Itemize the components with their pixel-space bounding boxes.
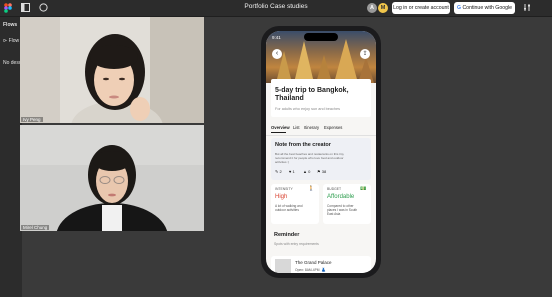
money-icon: 💵 [360, 186, 367, 192]
trip-title-line-2: Thailand [275, 95, 304, 102]
status-time: 9:41 [272, 35, 281, 40]
active-tab-indicator [271, 132, 286, 133]
flow-icon: ⊳ [3, 38, 8, 44]
flows-heading: Flows [3, 22, 18, 28]
reminder-place-card[interactable]: The Grand Palace Open: 8AM-4PM 👗 [271, 256, 371, 273]
dynamic-island [304, 33, 338, 41]
video-tile: Ivy Peng [20, 17, 204, 123]
reminder-subtitle: Spots with entry requirements [274, 242, 319, 246]
walking-icon: 🚶 [308, 186, 315, 192]
google-icon: G [456, 5, 461, 11]
participant-video-2 [20, 125, 204, 231]
dress-code-icon: 👗 [321, 267, 326, 272]
budget-value: Affordable [327, 194, 355, 200]
budget-desc: East Asia [327, 212, 341, 216]
top-toolbar: Portfolio Case studies A M Log in or cre… [0, 0, 552, 17]
stat-comments: ✎ 2 [275, 169, 282, 174]
trip-title-line-1: 5-day trip to Bangkok, [275, 87, 349, 94]
video-tile: Mirel Chung [20, 125, 204, 231]
participant-name: Ivy Peng [21, 117, 43, 122]
tab-expenses[interactable]: Expenses [324, 125, 342, 130]
creator-body-line: activities :) [275, 160, 290, 164]
warning-icon: ▲ [303, 169, 307, 174]
flag-icon: ⚑ [317, 169, 321, 174]
intensity-desc: outdoor activities [275, 208, 299, 212]
tab-overview[interactable]: Overview [271, 125, 290, 130]
google-login-label: Continue with Google [462, 5, 513, 11]
avatar[interactable]: A [367, 3, 377, 13]
intensity-value: High [275, 194, 288, 200]
phone-screen: 9:41 ‹ ⇪ 5-day trip to Bangkok, Thailand… [266, 31, 376, 273]
place-thumbnail [275, 259, 291, 273]
participant-name: Mirel Chung [21, 225, 50, 230]
trip-subtitle: For adults who enjoy sun and beaches [275, 107, 341, 111]
intensity-card: INTENSITY 🚶 High A lot of walking and ou… [271, 184, 319, 224]
stat-saves: ⚑ 38 [317, 169, 327, 174]
stat-dislikes: ▲ 0 [303, 169, 311, 174]
trip-tabs: Overview List Itinerary Expenses [266, 123, 376, 136]
creator-note-card: Note from the creator But all the best b… [271, 138, 371, 180]
place-hours: Open: 8AM-4PM [295, 268, 320, 272]
thumbs-up-icon: ♥ [289, 169, 292, 174]
creator-heading: Note from the creator [275, 142, 331, 148]
google-login-button[interactable]: G Continue with Google [454, 2, 515, 14]
avatar[interactable]: M [378, 3, 388, 13]
trip-title-card: 5-day trip to Bangkok, Thailand For adul… [271, 79, 371, 117]
stat-likes: ♥ 1 [289, 169, 295, 174]
flow-item[interactable]: ⊳ Flow [3, 38, 19, 44]
tab-list[interactable]: List [293, 125, 300, 130]
budget-card: BUDGET 💵 Affordable Compared to other pl… [323, 184, 371, 224]
budget-label: BUDGET [327, 187, 342, 191]
tab-itinerary[interactable]: Itinerary [304, 125, 319, 130]
comment-icon: ✎ [275, 169, 279, 174]
login-button[interactable]: Log in or create account [392, 2, 450, 14]
flow-item-label: Flow [8, 38, 20, 44]
participant-video-1 [20, 17, 204, 123]
settings-sliders-icon[interactable] [522, 3, 532, 13]
intensity-label: INTENSITY [275, 187, 293, 191]
reminder-heading: Reminder [274, 232, 300, 238]
back-button[interactable]: ‹ [272, 49, 282, 59]
phone-frame: 9:41 ‹ ⇪ 5-day trip to Bangkok, Thailand… [261, 26, 381, 278]
place-name: The Grand Palace [295, 260, 332, 265]
no-description-text: No desc [3, 60, 22, 66]
flows-panel: Flows ⊳ Flow No desc [0, 17, 22, 297]
share-icon[interactable]: ⇪ [360, 49, 370, 59]
